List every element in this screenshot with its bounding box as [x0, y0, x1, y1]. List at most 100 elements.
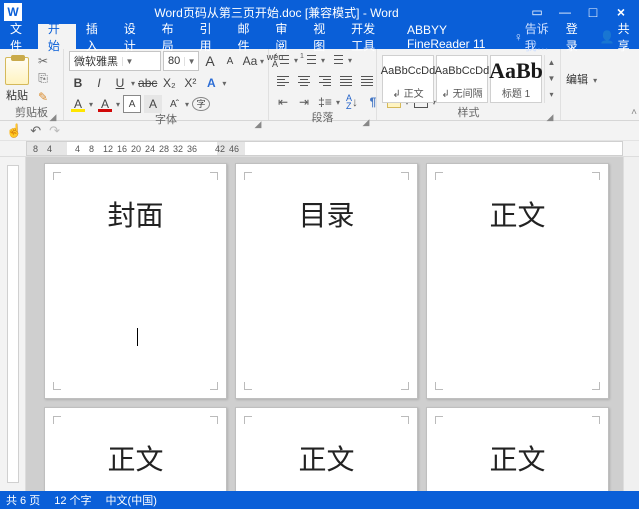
horizontal-ruler[interactable]: 8448121620242832364246	[0, 141, 639, 157]
status-language[interactable]: 中文(中国)	[106, 492, 157, 508]
enclose-char-button[interactable]: 字	[192, 97, 210, 111]
word-app-icon: W	[4, 3, 22, 21]
group-label-clipboard: 剪贴板	[15, 107, 48, 119]
strike-button[interactable]: abc	[138, 74, 157, 92]
multilevel-button[interactable]	[328, 51, 346, 69]
cut-button[interactable]: ✂	[35, 54, 51, 68]
document-area[interactable]: 封面 目录 正文 正文 正文 正文	[26, 157, 623, 491]
increase-indent-button[interactable]: ⇥	[295, 93, 313, 111]
group-label-font: 字体	[155, 114, 177, 126]
styles-scroll-down[interactable]: ▼	[545, 71, 558, 87]
vertical-ruler[interactable]	[0, 157, 26, 491]
page-5[interactable]: 正文	[235, 407, 418, 491]
numbering-button[interactable]	[301, 51, 319, 69]
bullets-button[interactable]	[274, 51, 292, 69]
styles-expand[interactable]: ▾	[545, 87, 558, 103]
tab-file[interactable]: 文件	[0, 24, 38, 49]
tab-home[interactable]: 开始	[38, 24, 76, 49]
font-name-value: 微软雅黑	[70, 53, 122, 69]
paragraph-dialog-launcher[interactable]: ◢	[361, 115, 371, 125]
font-dialog-launcher[interactable]: ◢	[253, 117, 263, 127]
style-name: ↲ 无间隔	[441, 85, 482, 100]
decrease-indent-button[interactable]: ⇤	[274, 93, 292, 111]
tab-references[interactable]: 引用	[190, 24, 228, 49]
dropdown-icon: ▾	[89, 100, 93, 109]
undo-button[interactable]: ↶	[30, 123, 41, 139]
align-left-button[interactable]	[274, 72, 292, 90]
shrink-font-button[interactable]: A	[221, 52, 239, 70]
italic-button[interactable]: I	[90, 74, 108, 92]
chevron-down-icon: ▼	[184, 57, 198, 66]
ribbon-tabs: 文件 开始 插入 设计 布局 引用 邮件 审阅 视图 开发工具 ABBYY Fi…	[0, 24, 639, 49]
style-normal[interactable]: AaBbCcDd ↲ 正文	[382, 55, 434, 103]
tab-mailings[interactable]: 邮件	[227, 24, 265, 49]
dropdown-icon: ▾	[260, 57, 264, 66]
tab-layout[interactable]: 布局	[152, 24, 190, 49]
styles-dialog-launcher[interactable]: ◢	[545, 110, 555, 120]
line-spacing-button[interactable]: ‡≡	[316, 93, 334, 111]
font-size-combo[interactable]: 80 ▼	[163, 51, 199, 71]
fit-text-button[interactable]: Aˆ	[165, 95, 183, 113]
font-name-combo[interactable]: 微软雅黑 ▼	[69, 51, 161, 71]
group-editing: 编辑 ▾ ˄	[561, 49, 639, 120]
sort-button[interactable]: AZ↓	[343, 93, 361, 111]
underline-button[interactable]: U	[111, 74, 129, 92]
chevron-down-icon: ▾	[593, 76, 597, 85]
page-3[interactable]: 正文	[426, 163, 609, 399]
text-cursor	[137, 328, 138, 346]
styles-scroll-up[interactable]: ▲	[545, 55, 558, 71]
font-color-button[interactable]: A	[96, 95, 114, 113]
status-word-count[interactable]: 12 个字	[54, 492, 91, 508]
group-label-styles: 样式	[458, 107, 480, 119]
page-1[interactable]: 封面	[44, 163, 227, 399]
tab-developer[interactable]: 开发工具	[341, 24, 397, 49]
redo-button[interactable]: ↷	[49, 123, 60, 139]
tab-design[interactable]: 设计	[114, 24, 152, 49]
clipboard-dialog-launcher[interactable]: ◢	[48, 110, 58, 120]
paste-button[interactable]: 粘贴	[5, 55, 29, 103]
editing-menu-button[interactable]: 编辑 ▾	[566, 71, 597, 87]
style-name: 标题 1	[502, 85, 530, 100]
format-painter-button[interactable]: ✎	[35, 90, 51, 104]
lightbulb-icon: ♀	[514, 30, 523, 44]
dropdown-icon: ▾	[131, 79, 135, 88]
align-center-button[interactable]	[295, 72, 313, 90]
style-preview: AaBbCcDd	[381, 57, 435, 85]
style-preview: AaBb	[489, 57, 543, 85]
change-case-button[interactable]: Aa	[241, 52, 259, 70]
text-effects-button[interactable]: A	[202, 74, 220, 92]
char-shading-button[interactable]: A	[144, 95, 162, 113]
tell-me-search[interactable]: ♀ 告诉我…	[514, 24, 558, 49]
sign-in-button[interactable]: 登录	[558, 24, 592, 49]
tab-insert[interactable]: 插入	[76, 24, 114, 49]
styles-scroller[interactable]: ▲ ▼ ▾	[544, 55, 558, 103]
status-bar: 共 6 页 12 个字 中文(中国)	[0, 491, 639, 509]
align-right-button[interactable]	[316, 72, 334, 90]
style-heading1[interactable]: AaBb 标题 1	[490, 55, 542, 103]
share-button[interactable]: 👤 共享	[592, 24, 639, 49]
page-6[interactable]: 正文	[426, 407, 609, 491]
bold-button[interactable]: B	[69, 74, 87, 92]
highlight-button[interactable]: A	[69, 95, 87, 113]
page-4[interactable]: 正文	[44, 407, 227, 491]
subscript-button[interactable]: X₂	[160, 74, 178, 92]
tab-view[interactable]: 视图	[303, 24, 341, 49]
tab-review[interactable]: 审阅	[265, 24, 303, 49]
copy-button[interactable]: ⎘	[35, 72, 51, 86]
page-content: 正文	[489, 438, 545, 478]
collapse-ribbon-button[interactable]: ˄	[631, 107, 637, 118]
grow-font-button[interactable]: A	[201, 52, 219, 70]
style-nospacing[interactable]: AaBbCcDd ↲ 无间隔	[436, 55, 488, 103]
touch-mode-button[interactable]: ☝	[6, 123, 22, 139]
paste-label: 粘贴	[6, 87, 28, 103]
vertical-scrollbar[interactable]	[623, 157, 639, 491]
superscript-button[interactable]: X²	[181, 74, 199, 92]
tab-abbyy[interactable]: ABBYY FineReader 11	[397, 24, 508, 49]
align-justify-button[interactable]	[337, 72, 355, 90]
char-border-button[interactable]: A	[123, 95, 141, 113]
page-2[interactable]: 目录	[235, 163, 418, 399]
status-page-count[interactable]: 共 6 页	[6, 492, 40, 508]
page-content: 正文	[298, 438, 354, 478]
page-content: 正文	[107, 438, 163, 478]
distribute-button[interactable]	[358, 72, 376, 90]
